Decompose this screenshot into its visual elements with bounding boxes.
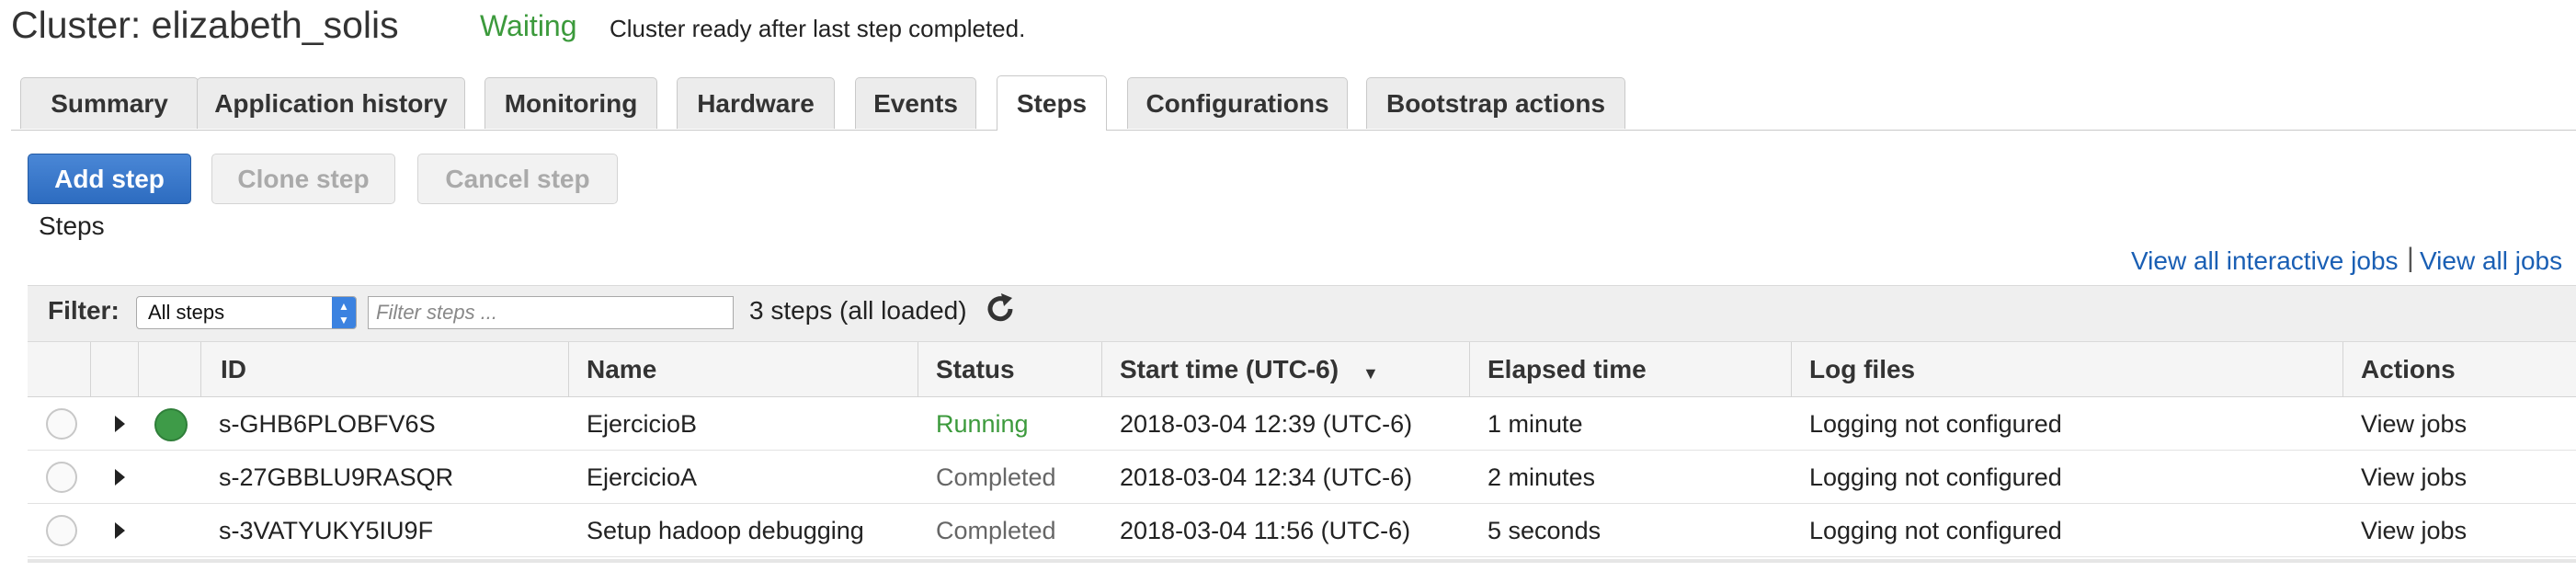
expand-caret-icon[interactable] [115,469,125,486]
column-header-start-time[interactable]: Start time (UTC-6) [1120,342,1339,397]
step-name: Setup hadoop debugging [587,517,864,544]
column-header-name[interactable]: Name [587,342,656,397]
step-elapsed-time: 2 minutes [1487,463,1596,491]
tab-configurations[interactable]: Configurations [1127,77,1348,129]
column-divider [1101,342,1102,397]
step-log-files: Logging not configured [1809,463,2062,491]
step-id: s-27GBBLU9RASQR [219,463,454,491]
step-start-time: 2018-03-04 11:56 (UTC-6) [1120,517,1411,544]
cancel-step-button[interactable]: Cancel step [417,154,618,204]
step-status: Completed [936,463,1056,491]
column-divider [138,342,139,397]
tab-events[interactable]: Events [855,77,976,129]
clone-step-button[interactable]: Clone step [211,154,395,204]
step-status: Running [936,410,1029,438]
cluster-status: Waiting [480,9,577,42]
status-dot-icon [154,408,188,441]
select-arrows-icon: ▲ ▼ [332,297,356,328]
column-header-log-files[interactable]: Log files [1809,342,1915,397]
step-status: Completed [936,517,1056,544]
tab-application-history[interactable]: Application history [197,77,465,129]
column-header-actions: Actions [2361,355,2456,383]
filter-label: Filter: [48,296,120,325]
table-bottom-border [28,559,2576,563]
tab-hardware[interactable]: Hardware [677,77,835,129]
row-select-radio[interactable] [46,408,77,440]
view-jobs-link[interactable]: View jobs [2361,451,2467,504]
step-log-files: Logging not configured [1809,410,2062,438]
column-header-status[interactable]: Status [936,342,1015,397]
refresh-icon[interactable] [982,291,1019,327]
step-log-files: Logging not configured [1809,517,2062,544]
link-separator: | [2407,243,2414,273]
add-step-button[interactable]: Add step [28,154,191,204]
expand-caret-icon[interactable] [115,522,125,539]
tab-bootstrap-actions[interactable]: Bootstrap actions [1366,77,1625,129]
view-all-jobs-link[interactable]: View all jobs [2420,246,2562,276]
column-divider [2342,342,2343,397]
filter-select-value: All steps [148,301,225,324]
tab-summary[interactable]: Summary [20,77,199,129]
filter-select[interactable]: All steps ▲ ▼ [136,296,357,329]
step-elapsed-time: 5 seconds [1487,517,1601,544]
tab-steps[interactable]: Steps [997,75,1107,131]
view-jobs-link[interactable]: View jobs [2361,397,2467,451]
steps-count: 3 steps (all loaded) [749,296,967,325]
column-divider [200,342,201,397]
step-name: EjercicioA [587,463,698,491]
view-interactive-jobs-link[interactable]: View all interactive jobs [2131,246,2399,276]
steps-section-label: Steps [39,211,105,240]
column-divider [1469,342,1470,397]
tab-divider [11,130,2576,131]
step-id: s-3VATYUKY5IU9F [219,517,434,544]
cluster-title: Cluster: elizabeth_solis [11,4,399,46]
step-name: EjercicioB [587,410,698,438]
view-jobs-link[interactable]: View jobs [2361,504,2467,557]
column-divider [90,342,91,397]
column-header-elapsed-time[interactable]: Elapsed time [1487,342,1647,397]
column-divider [1791,342,1792,397]
filter-steps-input[interactable] [368,296,734,329]
row-select-radio[interactable] [46,462,77,493]
sort-desc-icon[interactable]: ▼ [1362,364,1379,383]
tab-monitoring[interactable]: Monitoring [484,77,657,129]
row-select-radio[interactable] [46,515,77,546]
expand-caret-icon[interactable] [115,416,125,432]
cluster-status-message: Cluster ready after last step completed. [610,15,1026,42]
column-header-id[interactable]: ID [221,342,246,397]
step-start-time: 2018-03-04 12:39 (UTC-6) [1120,410,1413,438]
step-elapsed-time: 1 minute [1487,410,1583,438]
step-id: s-GHB6PLOBFV6S [219,410,436,438]
step-start-time: 2018-03-04 12:34 (UTC-6) [1120,463,1413,491]
column-divider [568,342,569,397]
